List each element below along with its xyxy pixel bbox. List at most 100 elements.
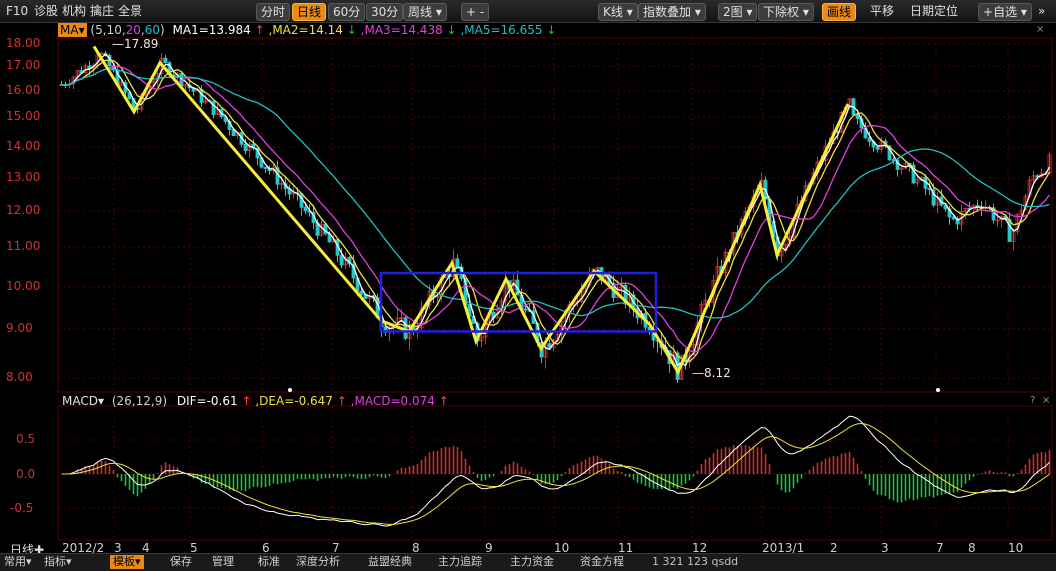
- candle-down: [339, 254, 344, 266]
- save-button[interactable]: 保存: [170, 555, 192, 569]
- chevron-down-icon: ▾: [66, 555, 72, 568]
- two-charts-label: 2图: [723, 5, 743, 19]
- ma2-value: ,MA2=14.14: [268, 23, 343, 37]
- macd-indicator-button[interactable]: MACD▾: [62, 394, 104, 408]
- tab-standard[interactable]: 标准: [258, 555, 280, 569]
- chevron-down-icon: ▾: [432, 5, 442, 19]
- institution-button[interactable]: 机构: [62, 3, 86, 19]
- close-icon[interactable]: ×: [1042, 395, 1050, 406]
- tab-60min[interactable]: 60分: [328, 3, 366, 21]
- ma-param-60: 60: [144, 23, 161, 37]
- indicator-dropdown[interactable]: 指标▾: [44, 555, 72, 569]
- tab-weekly-dropdown[interactable]: 周线 ▾: [403, 3, 447, 21]
- dif-line: [61, 415, 1050, 527]
- tab-30min[interactable]: 30分: [366, 3, 404, 21]
- high-price-label: —17.89: [112, 37, 158, 51]
- candle-down: [359, 290, 364, 295]
- ma-lines: [61, 53, 1051, 367]
- ma1-arrow: ↑: [254, 23, 265, 37]
- template-dropdown[interactable]: 模板▾: [110, 555, 144, 569]
- tab-fund-equation[interactable]: 资金方程: [580, 555, 624, 569]
- candle-down: [263, 166, 268, 169]
- f10-button[interactable]: F10: [6, 3, 28, 19]
- ma3-value: ,MA3=14.438: [360, 23, 443, 37]
- zigzag-trendline: [92, 45, 850, 376]
- candle-down: [211, 100, 216, 115]
- chevron-down-icon: ▾: [135, 555, 141, 568]
- ma-legend: MA▾ (5,10,20,60) MA1=13.984 ↑ ,MA2=14.14…: [58, 22, 556, 38]
- index-overlay-dropdown[interactable]: 指数叠加 ▾: [638, 3, 706, 21]
- macd-lines: [61, 415, 1050, 527]
- index-overlay-label: 指数叠加: [643, 5, 692, 19]
- ma-params-close: ): [160, 23, 165, 37]
- price-tick: 10.00: [6, 279, 41, 293]
- chevron-down-icon: ▾: [622, 5, 633, 19]
- manage-button[interactable]: 管理: [212, 555, 234, 569]
- date-locate-button[interactable]: 日期定位: [910, 3, 958, 19]
- price-tick: 13.00: [6, 170, 41, 184]
- chevron-down-icon: ▾: [691, 5, 701, 19]
- common-dropdown[interactable]: 常用▾: [4, 555, 32, 569]
- marker-dot: [936, 388, 940, 392]
- tab-main-funds[interactable]: 主力资金: [510, 555, 554, 569]
- diagnose-button[interactable]: 诊股: [34, 3, 58, 19]
- two-charts-dropdown[interactable]: 2图 ▾: [718, 3, 758, 21]
- price-tick: 12.00: [6, 203, 41, 217]
- low-value: 8.12: [704, 366, 731, 380]
- candle-down: [455, 258, 460, 268]
- custom-dropdown[interactable]: +自选 ▾: [978, 3, 1032, 21]
- help-icon[interactable]: ?: [1030, 395, 1035, 406]
- price-tick: 15.00: [6, 109, 41, 123]
- chevron-down-icon: ▾: [742, 5, 753, 19]
- chevron-down-icon: ▾: [78, 23, 85, 37]
- price-tick: 8.00: [6, 370, 33, 384]
- macd-tick: -0.5: [10, 501, 34, 515]
- ma5-line: [61, 68, 1050, 319]
- indicator-label: 指标: [44, 555, 66, 568]
- low-price-label: —8.12: [692, 366, 731, 380]
- chevron-down-icon: ▾: [799, 5, 809, 19]
- macd-panel-frame: [57, 405, 1053, 541]
- tab-daily[interactable]: 日线: [292, 3, 327, 21]
- ma-indicator-button[interactable]: MA▾: [58, 23, 87, 37]
- macd-tick: 0.5: [16, 432, 36, 446]
- ma1-value: MA1=13.984: [172, 23, 251, 37]
- tab-main-tracking[interactable]: 主力追踪: [438, 555, 482, 569]
- candle-down: [163, 57, 168, 64]
- stock-chart[interactable]: [0, 22, 1056, 542]
- price-tick: 18.00: [6, 36, 41, 50]
- pan-button[interactable]: 平移: [870, 3, 894, 19]
- panorama-button[interactable]: 全景: [118, 3, 142, 19]
- banker-button[interactable]: 擒庄: [90, 3, 114, 19]
- weekly-label: 周线: [408, 5, 433, 19]
- candle-down: [403, 317, 408, 339]
- ma5-arrow: ↓: [546, 23, 557, 37]
- tab-intraday[interactable]: 分时: [256, 3, 291, 21]
- ma3-arrow: ↓: [446, 23, 457, 37]
- draw-line-button[interactable]: 画线: [822, 3, 857, 21]
- status-text: 1 321 123 qsdd: [652, 555, 739, 568]
- ma-params-open: (5,10,: [90, 23, 126, 37]
- ma2-arrow: ↓: [346, 23, 357, 37]
- custom-label: 自选: [993, 5, 1018, 19]
- kline-dropdown[interactable]: K线 ▾: [598, 3, 638, 21]
- ma3-line: [61, 65, 1051, 353]
- exrights-dropdown[interactable]: 下除权 ▾: [758, 3, 814, 21]
- price-tick: 17.00: [6, 58, 41, 72]
- ma1-line: [61, 53, 1051, 367]
- ma-param-20: 20: [125, 23, 141, 37]
- plus-icon: +: [983, 5, 994, 19]
- chevron-down-icon: ▾: [1017, 5, 1027, 19]
- price-tick: 16.00: [6, 83, 41, 97]
- macd-label: MACD: [62, 394, 98, 408]
- tab-deep-analysis[interactable]: 深度分析: [296, 555, 340, 569]
- tab-classic[interactable]: 益盟经典: [368, 555, 412, 569]
- chevron-down-icon: ▾: [26, 555, 32, 568]
- candle-down: [243, 143, 248, 152]
- candle-down: [523, 308, 528, 311]
- main-close-icon[interactable]: ×: [1036, 24, 1044, 35]
- more-icon[interactable]: »: [1038, 3, 1045, 19]
- chevron-down-icon: ▾: [97, 394, 105, 408]
- common-label: 常用: [4, 555, 26, 568]
- zoom-plus-minus[interactable]: + -: [461, 3, 490, 21]
